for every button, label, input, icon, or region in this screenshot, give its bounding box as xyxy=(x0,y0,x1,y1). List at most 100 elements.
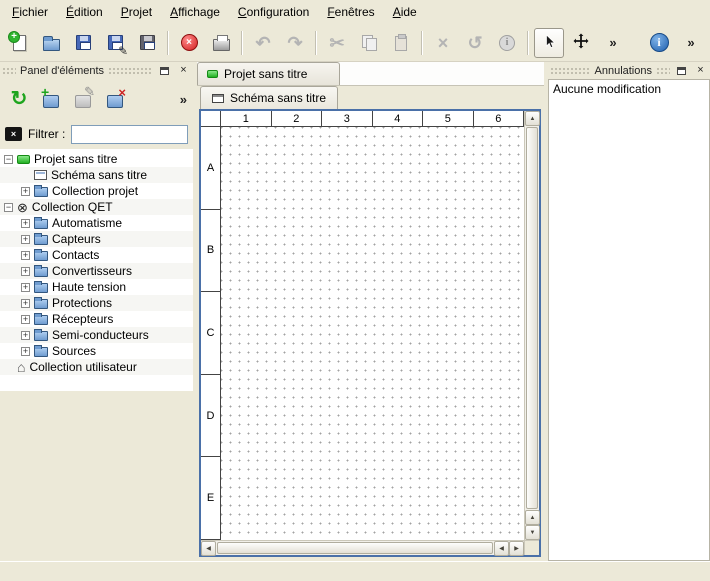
tree-item-label: Projet sans titre xyxy=(34,152,117,166)
undo-list[interactable]: Aucune modification xyxy=(548,79,710,561)
menu-configuration[interactable]: Configuration xyxy=(229,1,318,23)
expander-closed-icon[interactable]: + xyxy=(21,315,30,324)
menu-aide[interactable]: Aide xyxy=(384,1,426,23)
scroll-up-button[interactable]: ▲ xyxy=(525,111,540,126)
save-button[interactable] xyxy=(68,28,98,58)
help-toolbar: i » xyxy=(644,28,706,58)
save-all-button[interactable] xyxy=(132,28,162,58)
tree-item-haute-tension[interactable]: + Haute tension xyxy=(0,279,193,295)
reload-collections-button[interactable]: ↻ xyxy=(6,86,32,112)
about-button[interactable]: i xyxy=(644,28,674,58)
print-button[interactable] xyxy=(206,28,236,58)
open-file-button[interactable] xyxy=(36,28,66,58)
expander-closed-icon[interactable]: + xyxy=(21,299,30,308)
horizontal-scrollbar[interactable]: ◀ ◀ ▶ xyxy=(201,540,524,555)
tree-item-semi-conducteurs[interactable]: + Semi-conducteurs xyxy=(0,327,193,343)
tree-item-label: Haute tension xyxy=(52,280,126,294)
menu-affichage[interactable]: Affichage xyxy=(161,1,229,23)
vertical-scrollbar[interactable]: ▲ ▲ ▼ xyxy=(524,111,539,540)
scroll-left-button[interactable]: ◀ xyxy=(494,541,509,556)
column-headers: 1 2 3 4 5 6 xyxy=(221,111,524,127)
about-info-icon: i xyxy=(650,33,669,52)
expander-closed-icon[interactable]: + xyxy=(21,235,30,244)
expander-closed-icon[interactable]: + xyxy=(21,187,30,196)
tree-item-collection-projet[interactable]: + Collection projet xyxy=(0,183,193,199)
undo-button[interactable]: ↶ xyxy=(248,28,278,58)
close-file-icon: × xyxy=(181,34,198,51)
undo-dock-title: Annulations xyxy=(595,65,653,77)
tree-item-collection-qet[interactable]: − ⊗ Collection QET xyxy=(0,199,193,215)
edit-element-button[interactable]: ✎ xyxy=(70,86,96,112)
menu-projet[interactable]: Projet xyxy=(112,1,161,23)
tree-item-sources[interactable]: + Sources xyxy=(0,343,193,359)
tree-item-label: Collection utilisateur xyxy=(29,360,136,374)
tree-item-protections[interactable]: + Protections xyxy=(0,295,193,311)
expander-open-icon[interactable]: − xyxy=(4,155,13,164)
tree-item-collection-utilisateur[interactable]: ⌂ Collection utilisateur xyxy=(0,359,193,375)
tree-item-capteurs[interactable]: + Capteurs xyxy=(0,231,193,247)
select-tool-button[interactable] xyxy=(534,28,564,58)
tree-item-label: Semi-conducteurs xyxy=(52,328,149,342)
dock-float-button[interactable] xyxy=(157,64,172,78)
copy-button[interactable] xyxy=(354,28,384,58)
tree-item-contacts[interactable]: + Contacts xyxy=(0,247,193,263)
delete-element-button[interactable]: × xyxy=(102,86,128,112)
rotate-icon: ↺ xyxy=(467,34,482,52)
scroll-right-button[interactable]: ▶ xyxy=(509,541,524,556)
menu-fenetres[interactable]: Fenêtres xyxy=(318,1,383,23)
expander-closed-icon[interactable]: + xyxy=(21,283,30,292)
rotate-button[interactable]: ↺ xyxy=(460,28,490,58)
diagram-tab-bar: Schéma sans titre xyxy=(197,86,544,109)
expander-closed-icon[interactable]: + xyxy=(21,331,30,340)
paste-button[interactable] xyxy=(386,28,416,58)
cut-button[interactable]: ✂ xyxy=(322,28,352,58)
vertical-scroll-thumb[interactable] xyxy=(526,127,538,509)
dock-close-button[interactable]: × xyxy=(176,64,191,78)
help-overflow-button[interactable]: » xyxy=(676,28,706,58)
tab-projet-sans-titre[interactable]: Projet sans titre xyxy=(197,62,340,85)
close-file-button[interactable]: × xyxy=(174,28,204,58)
save-as-button[interactable]: ✎ xyxy=(100,28,130,58)
folder-icon xyxy=(34,187,48,197)
move-cross-icon xyxy=(573,33,589,52)
dock-close-button[interactable]: × xyxy=(693,64,708,78)
panel-overflow-button[interactable]: » xyxy=(180,92,187,107)
redo-button[interactable]: ↷ xyxy=(280,28,310,58)
elements-tree[interactable]: − Projet sans titre Schéma sans titre + … xyxy=(0,149,193,391)
diagram-canvas[interactable] xyxy=(221,127,524,540)
scroll-up-button[interactable]: ▲ xyxy=(525,510,540,525)
new-file-button[interactable]: + xyxy=(4,28,34,58)
expander-closed-icon[interactable]: + xyxy=(21,251,30,260)
expander-closed-icon[interactable]: + xyxy=(21,267,30,276)
move-tool-button[interactable] xyxy=(566,28,596,58)
menu-edition[interactable]: Édition xyxy=(57,1,112,23)
tree-item-projet-sans-titre[interactable]: − Projet sans titre xyxy=(0,151,193,167)
expander-closed-icon[interactable]: + xyxy=(21,219,30,228)
tree-item-schema-sans-titre[interactable]: Schéma sans titre xyxy=(0,167,193,183)
home-icon: ⌂ xyxy=(17,361,25,374)
toolbar-separator xyxy=(167,31,169,55)
scroll-down-button[interactable]: ▼ xyxy=(525,525,540,540)
open-folder-icon xyxy=(43,39,60,51)
dock-float-button[interactable] xyxy=(674,64,689,78)
tab-schema-sans-titre[interactable]: Schéma sans titre xyxy=(200,86,338,109)
menu-fichier[interactable]: Fichier xyxy=(3,1,57,23)
tree-item-convertisseurs[interactable]: + Convertisseurs xyxy=(0,263,193,279)
element-info-button[interactable]: i xyxy=(492,28,522,58)
undo-dock-titlebar[interactable]: Annulations × xyxy=(548,62,710,79)
pencil-icon: ✎ xyxy=(118,45,128,57)
tree-item-recepteurs[interactable]: + Récepteurs xyxy=(0,311,193,327)
new-element-button[interactable]: + xyxy=(38,86,64,112)
filter-input[interactable] xyxy=(71,125,188,144)
clear-filter-icon[interactable]: × xyxy=(5,127,22,141)
tree-item-label: Schéma sans titre xyxy=(51,168,147,182)
tree-item-automatisme[interactable]: + Automatisme xyxy=(0,215,193,231)
horizontal-scroll-thumb[interactable] xyxy=(217,542,493,554)
tree-item-label: Protections xyxy=(52,296,112,310)
toolbar-overflow-button[interactable]: » xyxy=(598,28,628,58)
expander-open-icon[interactable]: − xyxy=(4,203,13,212)
expander-closed-icon[interactable]: + xyxy=(21,347,30,356)
delete-button[interactable]: × xyxy=(428,28,458,58)
scroll-left-button[interactable]: ◀ xyxy=(201,541,216,556)
elements-panel-titlebar[interactable]: Panel d'éléments × xyxy=(0,62,193,79)
